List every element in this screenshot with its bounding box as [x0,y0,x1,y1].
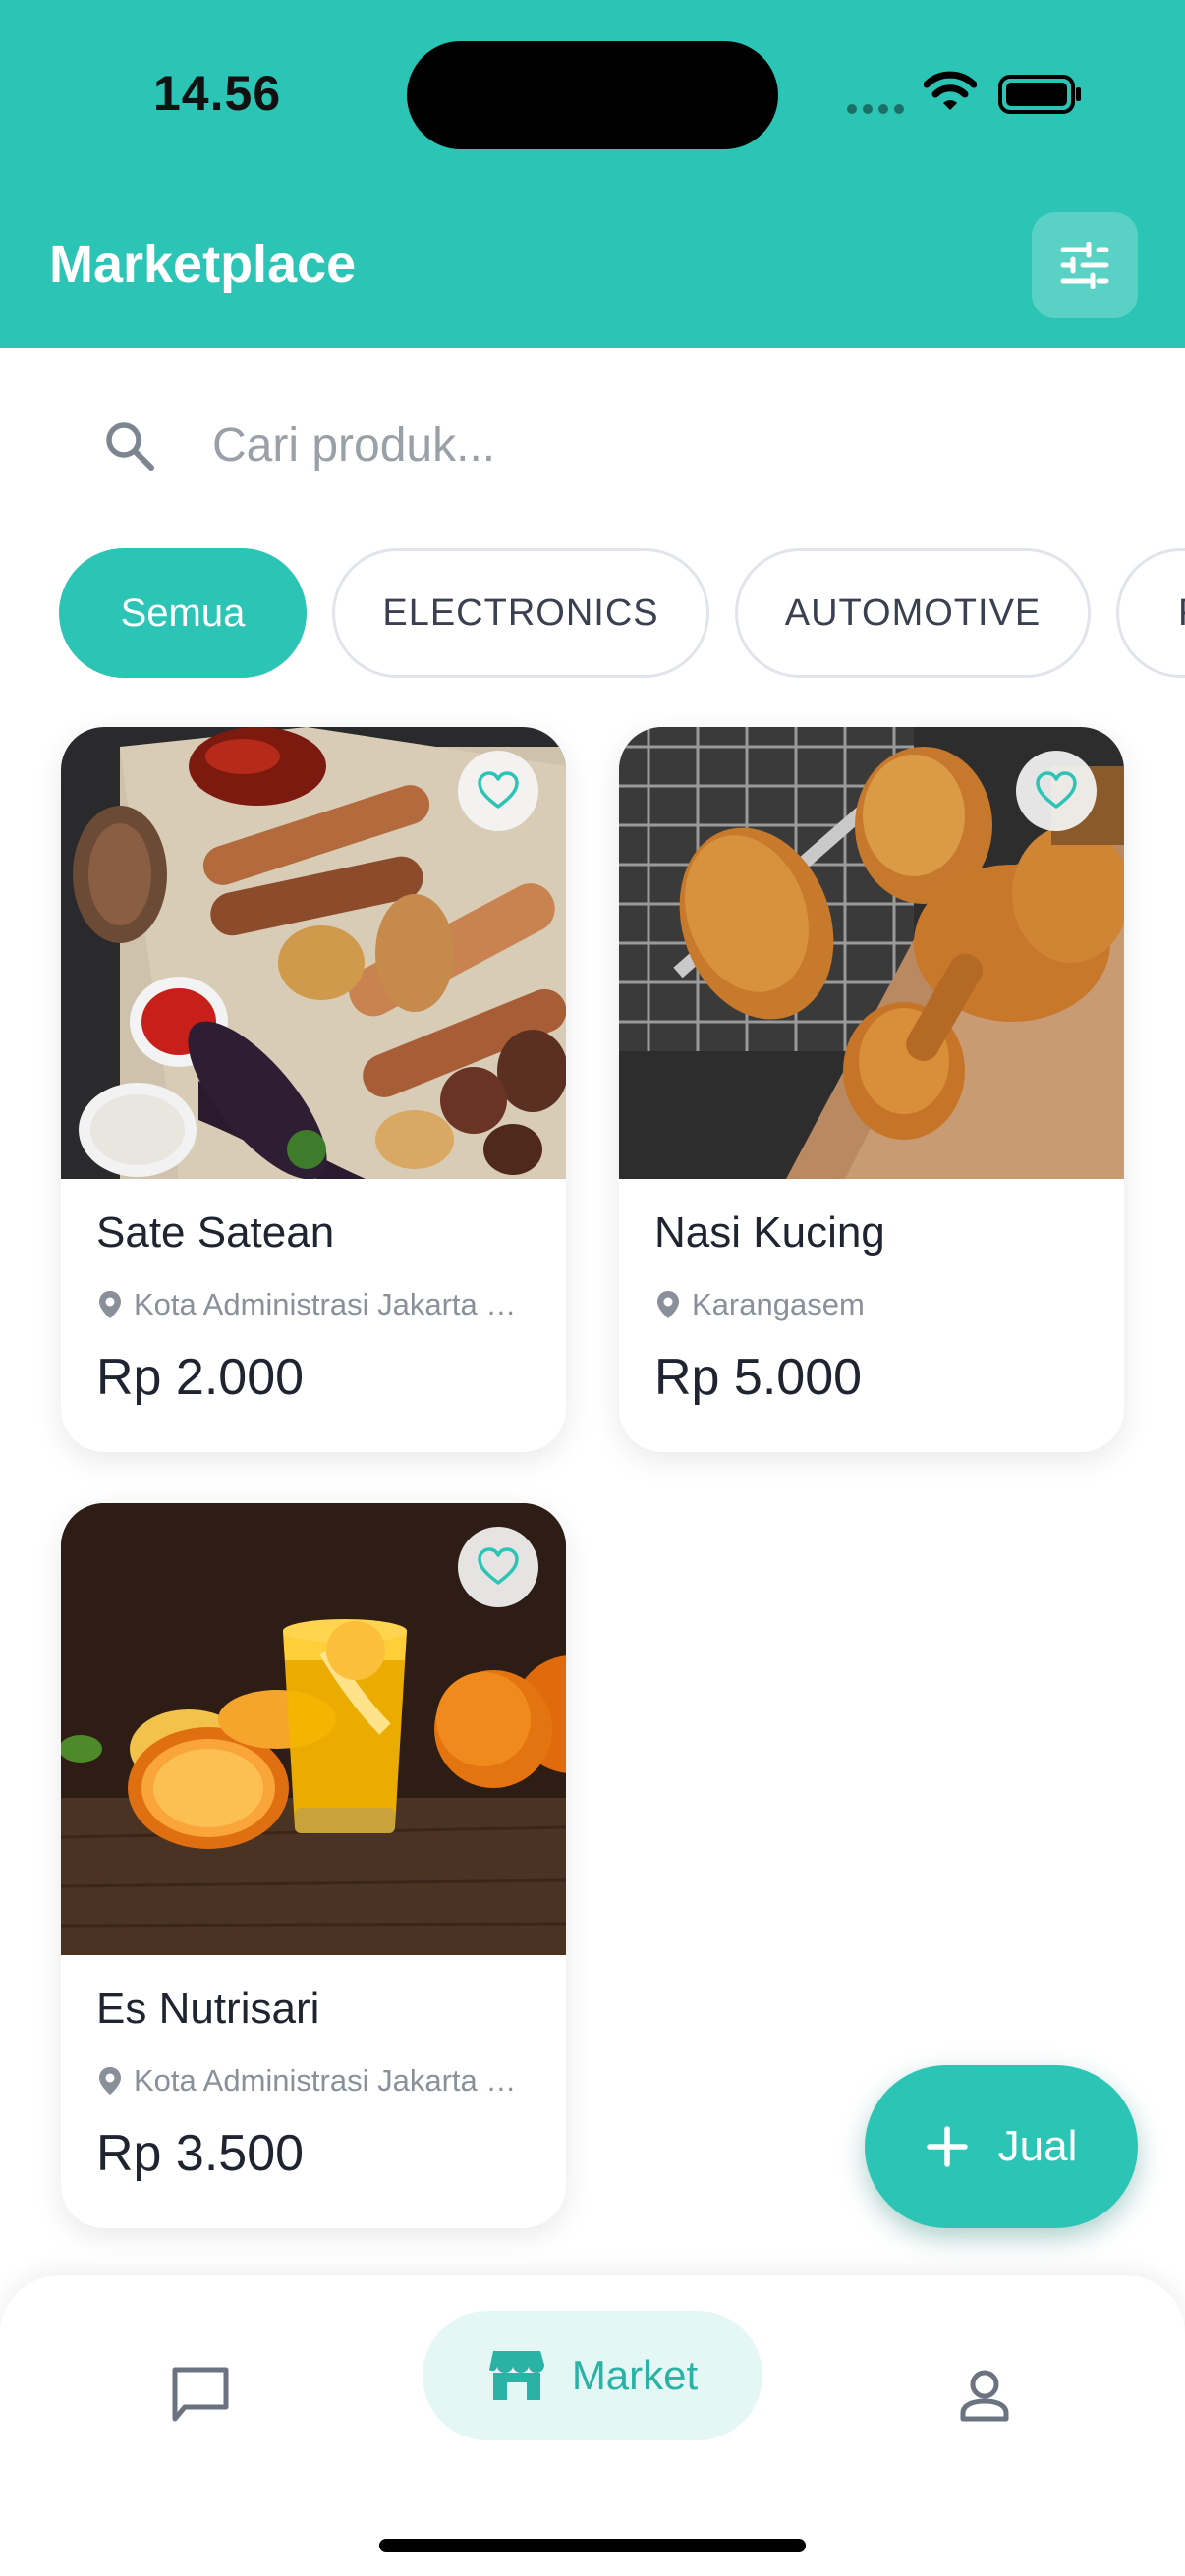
sliders-icon [1060,242,1109,289]
location-pin-icon [99,1291,121,1318]
battery-icon [998,75,1081,114]
store-icon [488,2351,544,2400]
product-name: Sate Satean [96,1208,335,1257]
product-card[interactable]: Es Nutrisari Kota Administrasi Jakarta P… [61,1503,566,2228]
product-image [619,727,1124,1179]
nav-market[interactable]: Market [423,2311,762,2440]
category-chips: Semua ELECTRONICS AUTOMOTIVE F [59,548,1185,678]
product-location: Kota Administrasi Jakarta Pusat [98,2061,531,2100]
product-location: Karangasem [656,1285,1089,1324]
nav-chat[interactable] [147,2342,254,2448]
product-location-text: Kota Administrasi Jakarta Pusat [134,2063,527,2098]
sell-button[interactable]: Jual [865,2065,1138,2228]
location-pin-icon [657,1291,679,1318]
plus-icon [926,2126,968,2167]
profile-icon [960,2370,1009,2422]
dynamic-island [407,41,778,149]
nav-market-label: Market [571,2352,699,2398]
search-input[interactable] [212,413,1077,477]
product-card[interactable]: Nasi Kucing Karangasem Rp 5.000 [619,727,1124,1452]
product-image [61,727,566,1179]
product-name: Es Nutrisari [96,1985,320,2033]
chip-partial[interactable]: F [1116,548,1185,678]
product-name: Nasi Kucing [654,1208,885,1257]
cellular-signal-icon [847,104,906,116]
product-image [61,1503,566,1955]
product-price: Rp 5.000 [654,1349,863,1406]
product-price: Rp 2.000 [96,1349,305,1406]
search-icon [106,422,154,471]
favorite-button[interactable] [458,1527,538,1607]
product-location-text: Karangasem [692,1287,865,1321]
chat-icon [172,2367,229,2422]
bottom-navigation: Market [0,2275,1185,2576]
favorite-button[interactable] [1016,751,1097,831]
status-time: 14.56 [153,66,282,121]
heart-icon [478,1547,519,1585]
chip-semua[interactable]: Semua [59,548,307,678]
nav-profile[interactable] [931,2342,1038,2448]
page-title: Marketplace [49,235,357,294]
heart-icon [1036,771,1077,809]
wifi-icon [924,71,977,110]
product-location: Kota Administrasi Jakarta Pusat [98,1285,531,1324]
search-bar[interactable] [59,391,1130,499]
chip-electronics[interactable]: ELECTRONICS [332,548,709,678]
product-price: Rp 3.500 [96,2125,305,2182]
sell-button-label: Jual [997,2122,1078,2170]
location-pin-icon [99,2067,121,2095]
product-card[interactable]: Sate Satean Kota Administrasi Jakarta Pu… [61,727,566,1452]
favorite-button[interactable] [458,751,538,831]
filter-button[interactable] [1032,212,1138,318]
home-indicator [379,2539,806,2552]
chip-automotive[interactable]: AUTOMOTIVE [735,548,1091,678]
product-location-text: Kota Administrasi Jakarta Pusat [134,1287,527,1321]
app-header: 14.56 Marketplace [0,0,1185,348]
heart-icon [478,771,519,809]
